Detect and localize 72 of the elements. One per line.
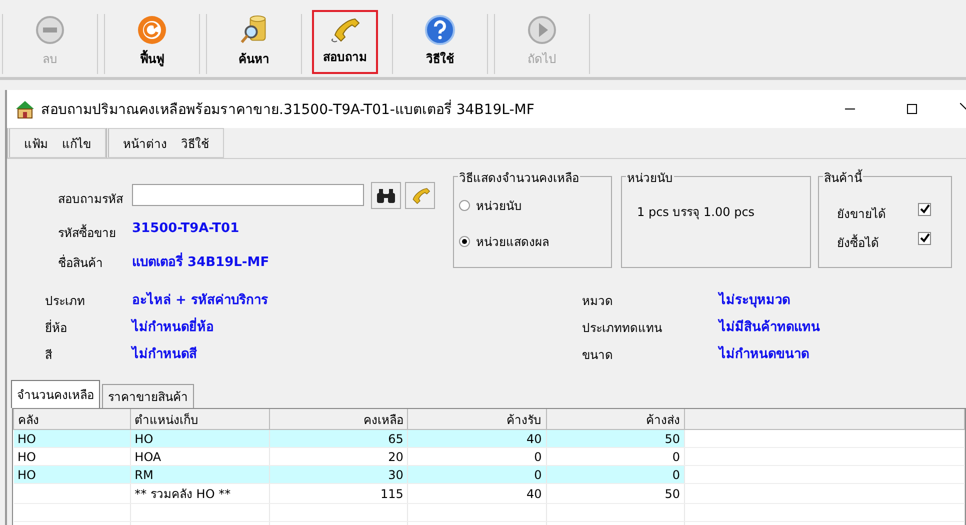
field-label: ยี่ห้อ	[45, 318, 67, 337]
checkbox[interactable]	[918, 203, 931, 216]
refresh-icon	[137, 15, 167, 45]
table-cell: HO	[18, 450, 36, 464]
play-circle-icon	[527, 15, 557, 45]
table-cell: 20	[388, 450, 404, 464]
phone-icon	[329, 17, 361, 43]
code-input[interactable]	[132, 184, 364, 206]
menu-item[interactable]: วิธีใช้	[181, 132, 209, 154]
field-value: แบตเตอรี่ 34B19L-MF	[132, 251, 270, 272]
table-cell: HO	[18, 432, 36, 446]
table-cell: HOA	[134, 450, 162, 464]
table-cell: 65	[388, 432, 404, 446]
tab[interactable]: ราคาขายสินค้า	[102, 384, 194, 408]
field-label: หมวด	[582, 293, 613, 310]
table-cell: ** รวมคลัง HO **	[134, 487, 231, 501]
table-cell: 50	[664, 432, 680, 446]
column-header[interactable]: ตำแหน่งเก็บ	[130, 409, 270, 430]
unit-text: 1 pcs บรรจุ 1.00 pcs	[637, 204, 755, 221]
tab[interactable]: จำนวนคงเหลือ	[11, 380, 100, 408]
field-label: ประเภททดแทน	[582, 320, 662, 337]
field-label: รหัสซื้อขาย	[58, 223, 116, 242]
toolbar-button[interactable]: วิธีใช้	[392, 14, 488, 74]
table-cell: 40	[526, 432, 542, 446]
toolbar-button[interactable]: สอบถาม	[312, 10, 378, 74]
table-cell: 0	[672, 468, 680, 482]
menu-item[interactable]: แก้ไข	[62, 132, 91, 154]
column-header[interactable]: ค้างรับ	[408, 409, 546, 430]
toolbar-button[interactable]: ค้นหา	[206, 14, 302, 74]
radio-label: หน่วยแสดงผล	[476, 234, 549, 251]
toolbar-button[interactable]: ฟื้นฟู	[104, 14, 200, 74]
phone-button[interactable]	[405, 182, 435, 209]
table-cell: HO	[134, 432, 154, 446]
menu-item[interactable]: หน้าต่าง	[123, 132, 167, 154]
field-label: สอบถามรหัส	[58, 191, 123, 208]
house-icon	[15, 99, 35, 119]
table-cell: 115	[380, 486, 404, 500]
radio-label: หน่วยนับ	[476, 198, 522, 215]
field-value: ไม่กำหนดยี่ห้อ	[132, 316, 214, 337]
field-value: ไม่ระบุหมวด	[719, 290, 790, 310]
field-label: ขนาด	[582, 347, 613, 364]
table-cell: 0	[534, 468, 542, 482]
table-cell: 50	[664, 486, 680, 500]
radio-button[interactable]	[459, 236, 470, 247]
binoculars-icon	[376, 188, 396, 202]
window-title: สอบถามปริมาณคงเหลือพร้อมราคาขาย.31500-T9A-T01-แบตเตอรี่ 34B19L-MF	[41, 98, 816, 120]
field-label: สี	[45, 347, 52, 364]
table-cell: RM	[134, 468, 154, 482]
binoculars-button[interactable]	[371, 182, 401, 209]
table-cell: 0	[672, 450, 680, 464]
checkbox[interactable]	[918, 232, 931, 245]
maximize-icon	[906, 103, 918, 115]
field-value: อะไหล่ + รหัสค่าบริการ	[132, 290, 268, 310]
field-value: ไม่กำหนดสี	[132, 344, 197, 364]
table-cell: HO	[18, 468, 36, 482]
column-header[interactable]: คงเหลือ	[269, 409, 408, 430]
column-header[interactable]: คลัง	[14, 409, 130, 430]
column-header[interactable]: ค้างส่ง	[546, 409, 685, 430]
field-label: ชื่อสินค้า	[58, 254, 103, 272]
table-cell: 40	[526, 486, 542, 500]
field-value: ไม่มีสินค้าทดแทน	[719, 318, 820, 337]
field-label: ประเภท	[45, 293, 85, 310]
checkbox-label: ยังขายได้	[837, 206, 886, 223]
field-value: ไม่กำหนดขนาด	[719, 344, 809, 364]
table-cell: 30	[388, 468, 404, 482]
minus-circle-icon	[35, 15, 65, 45]
table-cell: 0	[534, 450, 542, 464]
field-value: 31500-T9A-T01	[132, 221, 240, 236]
menu-item[interactable]: แฟ้ม	[24, 132, 48, 154]
radio-button[interactable]	[459, 200, 470, 211]
help-icon	[425, 15, 455, 45]
checkbox-label: ยังซื้อได้	[837, 233, 879, 252]
